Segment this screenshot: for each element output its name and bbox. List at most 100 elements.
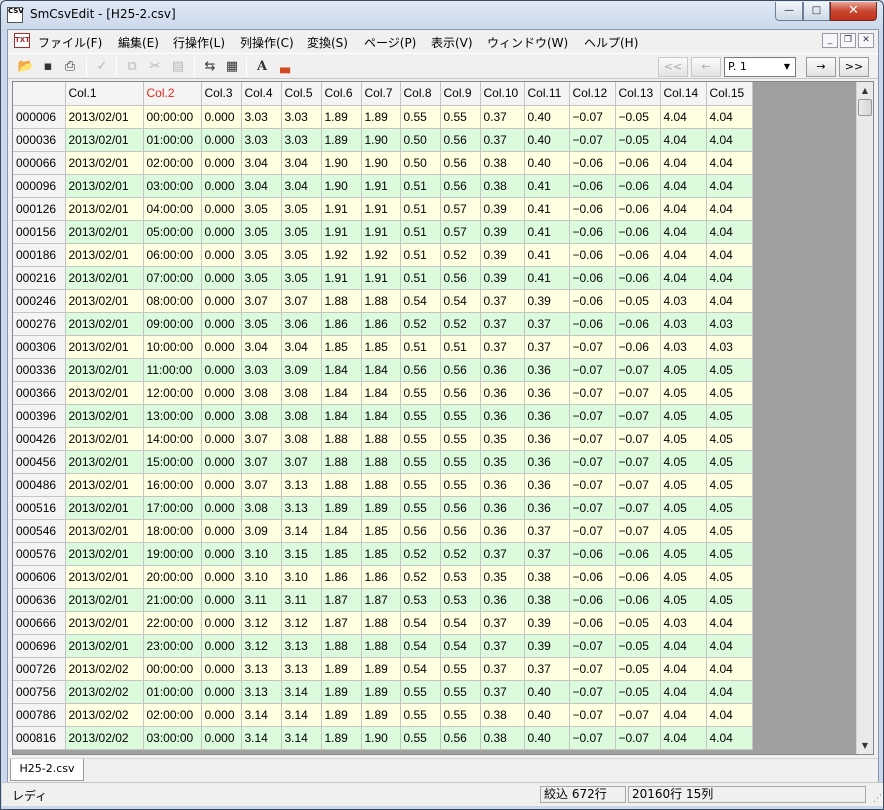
table-cell[interactable]: 4.04 [660, 174, 707, 198]
row-header[interactable]: 000576 [13, 542, 66, 566]
table-cell[interactable]: 4.05 [706, 450, 753, 474]
table-cell[interactable]: 3.13 [281, 657, 322, 681]
table-cell[interactable]: 4.05 [706, 588, 753, 612]
table-cell[interactable]: 2013/02/01 [65, 450, 144, 474]
table-cell[interactable]: 3.03 [281, 128, 322, 152]
table-cell[interactable]: 3.14 [281, 703, 322, 727]
table-cell[interactable]: 2013/02/02 [65, 680, 144, 704]
table-cell[interactable]: 0.37 [480, 542, 525, 566]
save-icon[interactable]: ▪ [38, 57, 58, 77]
table-cell[interactable]: 3.13 [281, 634, 322, 658]
table-cell[interactable]: −0.05 [615, 128, 661, 152]
table-cell[interactable]: 4.04 [706, 289, 753, 313]
table-cell[interactable]: 0.000 [201, 542, 242, 566]
table-cell[interactable]: 3.05 [281, 243, 322, 267]
table-cell[interactable]: −0.07 [615, 519, 661, 543]
table-cell[interactable]: 0.000 [201, 381, 242, 405]
table-cell[interactable]: 2013/02/01 [65, 634, 144, 658]
table-cell[interactable]: 2013/02/01 [65, 358, 144, 382]
table-cell[interactable]: 0.36 [480, 588, 525, 612]
table-cell[interactable]: 1.89 [321, 105, 362, 129]
table-cell[interactable]: 2013/02/01 [65, 381, 144, 405]
table-cell[interactable]: −0.06 [615, 197, 661, 221]
mdi-restore-button[interactable]: ❐ [840, 33, 856, 48]
table-cell[interactable]: 0.41 [524, 220, 570, 244]
column-header[interactable]: Col.10 [480, 82, 525, 106]
table-cell[interactable]: 0.51 [440, 335, 481, 359]
table-cell[interactable]: 1.90 [361, 726, 401, 750]
table-cell[interactable]: 1.90 [361, 128, 401, 152]
table-cell[interactable]: 3.13 [281, 473, 322, 497]
table-cell[interactable]: 4.04 [706, 680, 753, 704]
table-cell[interactable]: 2013/02/01 [65, 151, 144, 175]
copy-icon[interactable]: ⧉ [122, 57, 142, 77]
table-cell[interactable]: 0.55 [440, 657, 481, 681]
table-cell[interactable]: 0.54 [400, 657, 441, 681]
table-cell[interactable]: 3.07 [281, 450, 322, 474]
table-cell[interactable]: −0.07 [569, 450, 616, 474]
table-cell[interactable]: −0.06 [569, 266, 616, 290]
table-cell[interactable]: 3.04 [241, 151, 282, 175]
table-cell[interactable]: 0.000 [201, 450, 242, 474]
table-cell[interactable]: 4.04 [660, 657, 707, 681]
table-cell[interactable]: 0.56 [400, 519, 441, 543]
table-cell[interactable]: −0.07 [569, 519, 616, 543]
table-cell[interactable]: −0.05 [615, 634, 661, 658]
table-cell[interactable]: 4.05 [706, 565, 753, 589]
table-cell[interactable]: −0.06 [569, 174, 616, 198]
table-cell[interactable]: 0.37 [480, 289, 525, 313]
table-cell[interactable]: 0.55 [400, 496, 441, 520]
table-cell[interactable]: 3.13 [281, 496, 322, 520]
table-cell[interactable]: 1.84 [321, 358, 362, 382]
table-cell[interactable]: 1.86 [321, 565, 362, 589]
table-cell[interactable]: 4.05 [660, 473, 707, 497]
table-cell[interactable]: 2013/02/01 [65, 473, 144, 497]
column-header[interactable]: Col.9 [440, 82, 481, 106]
table-cell[interactable]: 4.03 [706, 335, 753, 359]
table-cell[interactable]: −0.06 [569, 542, 616, 566]
column-header[interactable]: Col.14 [660, 82, 707, 106]
table-cell[interactable]: −0.06 [615, 266, 661, 290]
table-cell[interactable]: 0.57 [440, 220, 481, 244]
table-cell[interactable]: 0.000 [201, 289, 242, 313]
table-cell[interactable]: 0.51 [400, 197, 441, 221]
table-cell[interactable]: 0.000 [201, 174, 242, 198]
row-header[interactable]: 000126 [13, 197, 66, 221]
table-cell[interactable]: 1.88 [321, 473, 362, 497]
table-cell[interactable]: 0.36 [524, 450, 570, 474]
table-cell[interactable]: 0.37 [524, 542, 570, 566]
table-cell[interactable]: 4.05 [660, 519, 707, 543]
table-cell[interactable]: 0.37 [480, 128, 525, 152]
table-cell[interactable]: 20:00:00 [143, 565, 202, 589]
table-cell[interactable]: 1.84 [361, 358, 401, 382]
table-cell[interactable]: 0.51 [400, 335, 441, 359]
table-cell[interactable]: 4.04 [706, 266, 753, 290]
table-cell[interactable]: 0.55 [400, 473, 441, 497]
table-cell[interactable]: 4.05 [660, 404, 707, 428]
table-cell[interactable]: 4.03 [660, 312, 707, 336]
table-cell[interactable]: 01:00:00 [143, 128, 202, 152]
table-cell[interactable]: 3.09 [281, 358, 322, 382]
table-cell[interactable]: 0.000 [201, 312, 242, 336]
table-cell[interactable]: −0.07 [569, 105, 616, 129]
last-page-button[interactable]: >> [839, 57, 869, 77]
next-page-button[interactable]: → [806, 57, 836, 77]
table-cell[interactable]: 0.51 [400, 220, 441, 244]
table-cell[interactable]: 3.10 [281, 565, 322, 589]
table-cell[interactable]: 1.88 [361, 289, 401, 313]
table-cell[interactable]: −0.07 [615, 450, 661, 474]
column-header[interactable]: Col.1 [65, 82, 144, 106]
table-cell[interactable]: 3.14 [241, 726, 282, 750]
table-cell[interactable]: 0.54 [400, 634, 441, 658]
table-cell[interactable]: 4.04 [660, 634, 707, 658]
table-cell[interactable]: 1.90 [361, 151, 401, 175]
table-cell[interactable]: 1.89 [321, 496, 362, 520]
table-cell[interactable]: 0.000 [201, 105, 242, 129]
paste-icon[interactable]: ▤ [168, 57, 188, 77]
menu-convert[interactable]: 変換(S) [307, 34, 348, 51]
table-cell[interactable]: 3.07 [241, 450, 282, 474]
table-cell[interactable]: 23:00:00 [143, 634, 202, 658]
table-cell[interactable]: 0.54 [440, 289, 481, 313]
table-cell[interactable]: 4.05 [660, 381, 707, 405]
table-cell[interactable]: 0.000 [201, 657, 242, 681]
